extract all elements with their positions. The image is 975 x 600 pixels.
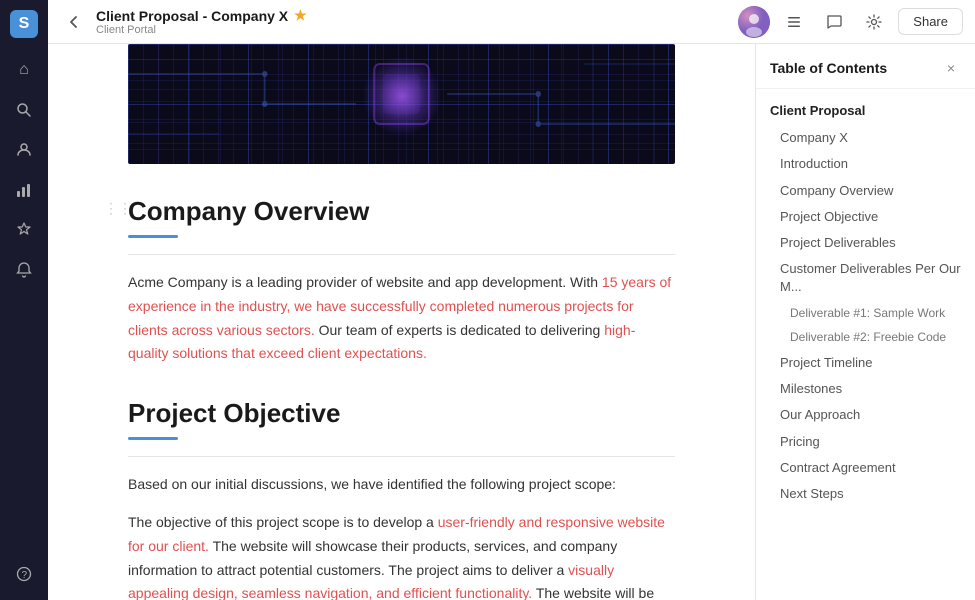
sidebar-item-bell[interactable] (8, 254, 40, 286)
sidebar-item-help[interactable]: ? (8, 558, 40, 590)
toc-close-button[interactable]: × (941, 58, 961, 78)
left-sidebar: S ⌂ ? (0, 0, 48, 600)
section-divider-2 (128, 456, 675, 457)
sidebar-item-chart[interactable] (8, 174, 40, 206)
section-underline-2 (128, 437, 178, 440)
toc-title: Table of Contents (770, 60, 887, 76)
toc-list-item[interactable]: Next Steps (756, 481, 975, 507)
section-heading-company-overview: Company Overview (128, 196, 675, 227)
toc-list-item[interactable]: Project Objective (756, 204, 975, 230)
toc-list-item[interactable]: Client Proposal (756, 97, 975, 125)
section-body-project-objective: The objective of this project scope is t… (128, 511, 675, 600)
document-title: Client Proposal - Company X (96, 8, 288, 24)
toc-list-item[interactable]: Pricing (756, 429, 975, 455)
section-intro-project-objective: Based on our initial discussions, we hav… (128, 473, 675, 497)
toc-list-item[interactable]: Our Approach (756, 402, 975, 428)
toc-list-item[interactable]: Contract Agreement (756, 455, 975, 481)
hero-image (128, 44, 675, 164)
toc-list-item[interactable]: Deliverable #2: Freebie Code (756, 325, 975, 350)
document-content[interactable]: ⋮⋮ Company Overview Acme Company is a le… (48, 44, 755, 600)
toc-list-item[interactable]: Company X (756, 125, 975, 151)
avatar[interactable] (738, 6, 770, 38)
title-area: Client Proposal - Company X ★ Client Por… (96, 7, 730, 36)
project-objective-section: Project Objective Based on our initial d… (128, 398, 675, 600)
sidebar-item-home[interactable]: ⌂ (8, 54, 40, 86)
section-divider (128, 254, 675, 255)
sidebar-item-search[interactable] (8, 94, 40, 126)
section-underline (128, 235, 178, 238)
main-area: Client Proposal - Company X ★ Client Por… (48, 0, 975, 600)
toc-items-list: Client ProposalCompany XIntroductionComp… (756, 89, 975, 515)
star-favorite-icon[interactable]: ★ (294, 7, 307, 24)
toc-header: Table of Contents × (756, 44, 975, 89)
toc-list-item[interactable]: Customer Deliverables Per Our M... (756, 256, 975, 300)
toc-list-item[interactable]: Introduction (756, 151, 975, 177)
section-heading-project-objective: Project Objective (128, 398, 675, 429)
sidebar-item-team[interactable] (8, 134, 40, 166)
toc-list-item[interactable]: Project Deliverables (756, 230, 975, 256)
sidebar-item-star[interactable] (8, 214, 40, 246)
share-button[interactable]: Share (898, 8, 963, 35)
document-subtitle: Client Portal (96, 24, 730, 36)
app-logo[interactable]: S (10, 10, 38, 38)
topbar-actions: Share (738, 6, 963, 38)
toc-list-item[interactable]: Milestones (756, 376, 975, 402)
comment-icon-button[interactable] (818, 6, 850, 38)
back-button[interactable] (60, 8, 88, 36)
toc-list-item[interactable]: Project Timeline (756, 350, 975, 376)
content-wrapper: ⋮⋮ Company Overview Acme Company is a le… (48, 44, 975, 600)
toc-list-item[interactable]: Company Overview (756, 178, 975, 204)
toc-list-item[interactable]: Deliverable #1: Sample Work (756, 301, 975, 326)
section-body-company-overview: Acme Company is a leading provider of we… (128, 271, 675, 366)
menu-icon-button[interactable] (778, 6, 810, 38)
company-overview-section: ⋮⋮ Company Overview Acme Company is a le… (128, 196, 675, 366)
toc-panel: Table of Contents × Client ProposalCompa… (755, 44, 975, 600)
drag-handle[interactable]: ⋮⋮ (104, 200, 132, 217)
svg-text:?: ? (22, 570, 28, 581)
topbar: Client Proposal - Company X ★ Client Por… (48, 0, 975, 44)
settings-icon-button[interactable] (858, 6, 890, 38)
